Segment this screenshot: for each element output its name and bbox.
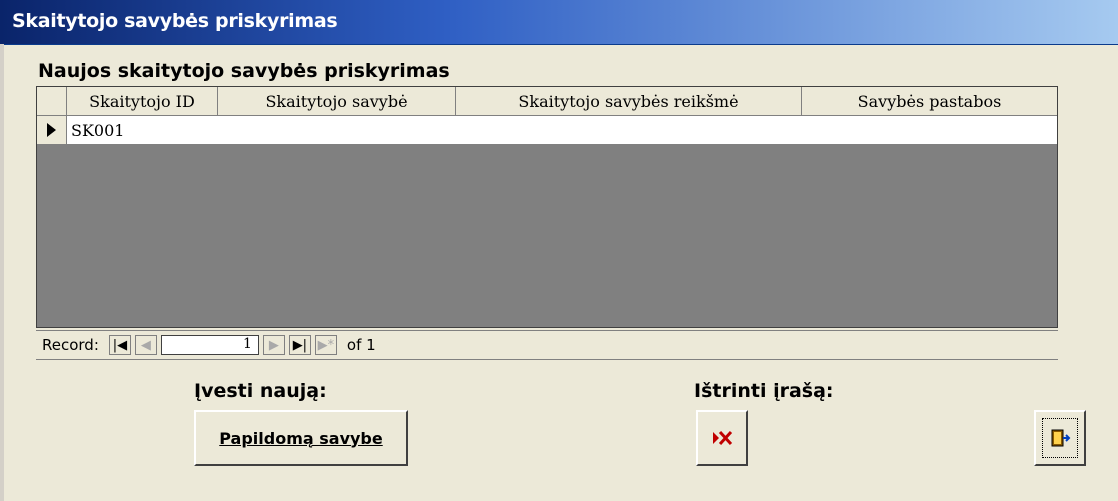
delete-record-button[interactable] bbox=[696, 410, 748, 466]
next-record-icon[interactable]: ▶ bbox=[262, 335, 285, 355]
delete-record-icon bbox=[713, 430, 733, 446]
window-title: Skaitytojo savybės priskyrimas bbox=[12, 10, 338, 32]
row-selector-header bbox=[37, 87, 67, 115]
delete-caption: Ištrinti įrašą: bbox=[694, 380, 834, 402]
current-record-arrow-icon bbox=[47, 123, 56, 137]
subform-label: Naujos skaitytojo savybės priskyrimas bbox=[38, 60, 450, 82]
datasheet-grid: Skaitytojo ID Skaitytojo savybė Skaityto… bbox=[36, 86, 1058, 328]
grid-header: Skaitytojo ID Skaitytojo savybė Skaityto… bbox=[37, 87, 1057, 116]
record-navigation: Record: |◀ ◀ 1 ▶ ▶| ▶* of 1 bbox=[36, 330, 1058, 360]
record-number-input[interactable]: 1 bbox=[160, 335, 259, 355]
column-header[interactable]: Skaitytojo savybė bbox=[218, 87, 456, 115]
record-count-label: of 1 bbox=[346, 336, 376, 354]
column-header[interactable]: Skaitytojo ID bbox=[67, 87, 218, 115]
table-cell[interactable]: SK001 bbox=[67, 121, 124, 140]
record-selector[interactable] bbox=[37, 116, 67, 144]
add-property-button[interactable]: Papildomą savybe bbox=[194, 410, 408, 466]
title-bar: Skaitytojo savybės priskyrimas bbox=[0, 0, 1118, 45]
new-record-icon[interactable]: ▶* bbox=[314, 335, 337, 355]
first-record-icon[interactable]: |◀ bbox=[108, 335, 131, 355]
add-caption: Įvesti naują: bbox=[194, 380, 327, 402]
last-record-icon[interactable]: ▶| bbox=[288, 335, 311, 355]
close-form-button[interactable] bbox=[1034, 410, 1086, 466]
column-header[interactable]: Savybės pastabos bbox=[802, 87, 1057, 115]
focus-rectangle bbox=[1042, 418, 1078, 458]
previous-record-icon[interactable]: ◀ bbox=[134, 335, 157, 355]
column-header[interactable]: Skaitytojo savybės reikšmė bbox=[456, 87, 802, 115]
table-row[interactable]: SK001 bbox=[37, 116, 1057, 144]
record-label: Record: bbox=[42, 336, 99, 354]
